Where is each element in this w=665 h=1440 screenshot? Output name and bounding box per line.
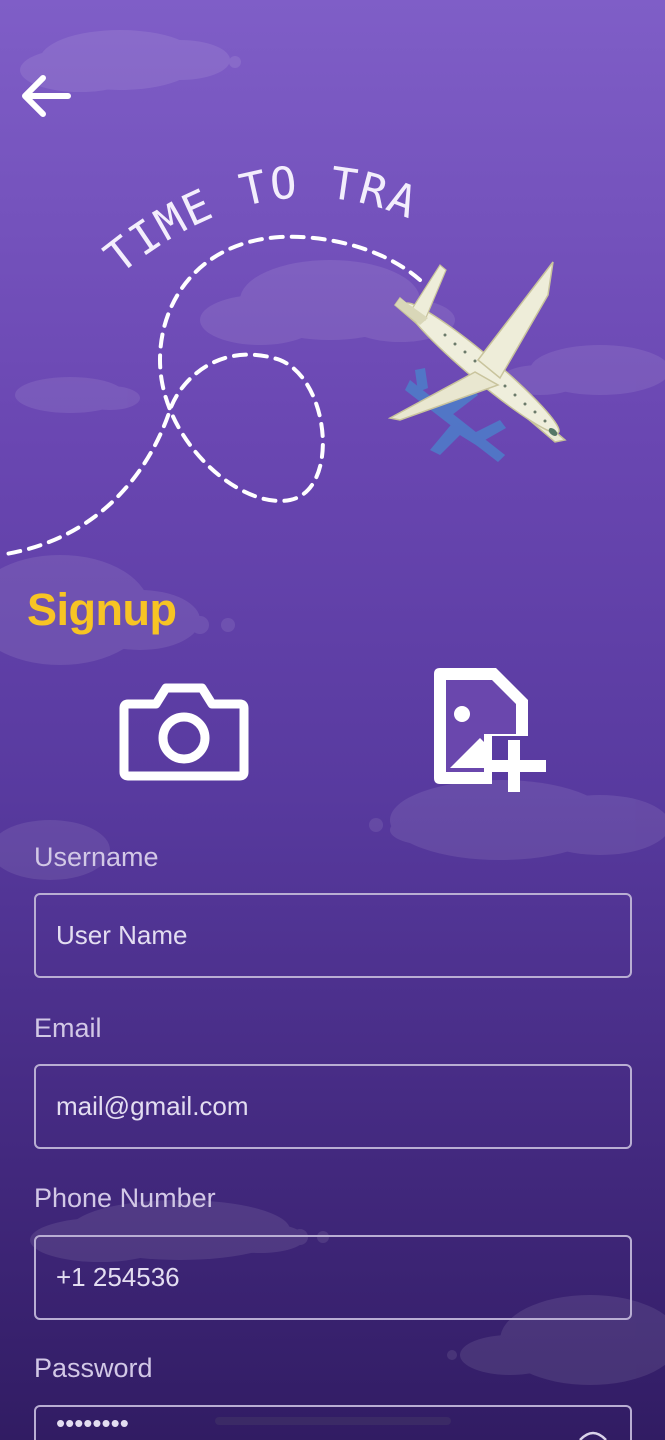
- arrow-left-icon: [22, 75, 71, 117]
- username-input[interactable]: [34, 893, 632, 978]
- add-image-button[interactable]: [430, 664, 552, 796]
- phone-label: Phone Number: [34, 1183, 216, 1213]
- password-label: Password: [34, 1353, 153, 1383]
- back-button[interactable]: [18, 68, 76, 126]
- add-image-icon: [434, 668, 546, 792]
- username-label: Username: [34, 842, 159, 872]
- eye-icon[interactable]: [578, 1428, 608, 1440]
- airplane-icon: [387, 261, 567, 443]
- travel-illustration: TIME TO TRAVEL: [0, 140, 567, 557]
- camera-button[interactable]: [118, 680, 250, 784]
- illustration-title: TIME TO TRAVEL: [0, 140, 423, 283]
- camera-icon: [119, 683, 249, 781]
- home-indicator: [215, 1417, 451, 1425]
- illustration-title-text: TIME TO TRAVEL: [0, 140, 425, 283]
- email-input[interactable]: [34, 1064, 632, 1149]
- phone-input[interactable]: [34, 1235, 632, 1320]
- page-title: Signup: [27, 584, 177, 635]
- email-label: Email: [34, 1013, 102, 1043]
